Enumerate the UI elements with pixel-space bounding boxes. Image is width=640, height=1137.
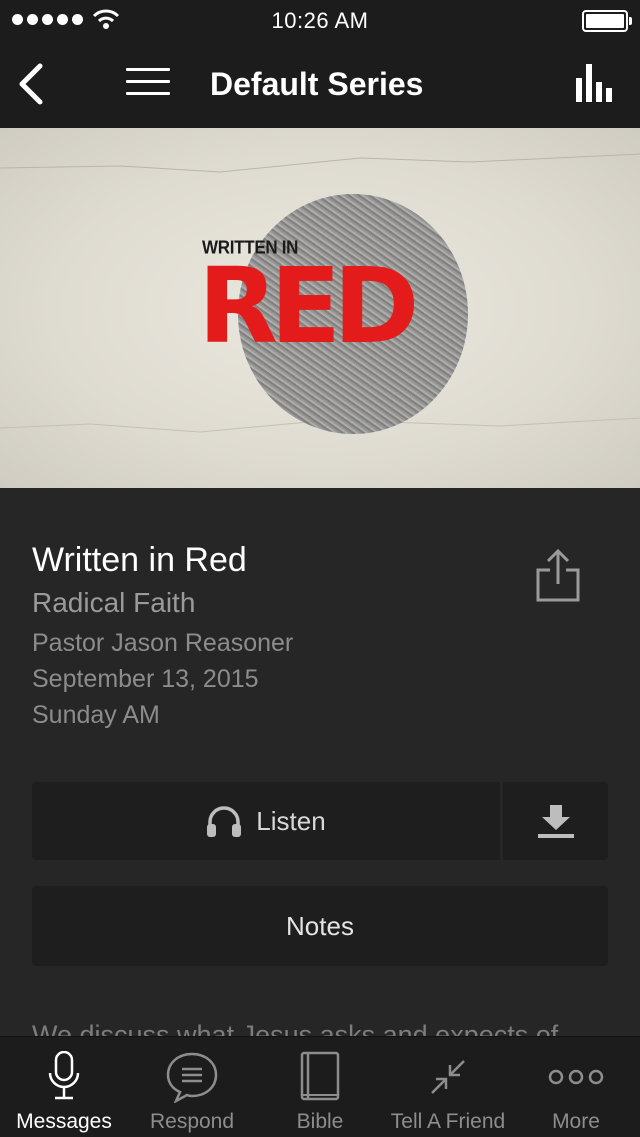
tab-respond-label: Respond (149, 1110, 235, 1133)
notes-button[interactable]: Notes (32, 886, 608, 966)
message-speaker: Pastor Jason Reasoner (32, 629, 294, 657)
tab-tell-a-friend[interactable]: Tell A Friend (384, 1037, 512, 1137)
more-dots-icon (548, 1069, 604, 1085)
message-title: Written in Red (32, 541, 247, 579)
artwork-big-title: RED (198, 245, 419, 367)
tab-bible[interactable]: Bible (256, 1037, 384, 1137)
navigation-bar: Default Series (0, 40, 640, 128)
tab-respond[interactable]: Respond (128, 1037, 256, 1137)
microphone-icon (48, 1051, 80, 1100)
notes-label: Notes (286, 910, 354, 941)
headphones-icon (207, 806, 242, 837)
book-icon (300, 1051, 340, 1101)
speech-bubble-icon (166, 1052, 218, 1103)
listen-label: Listen (256, 805, 326, 836)
tab-tell-a-friend-label: Tell A Friend (390, 1110, 506, 1133)
message-details: Written in Red Radical Faith Pastor Jaso… (0, 488, 640, 1050)
tab-bar: Messages Respond Bible Tell A Friend Mor… (0, 1036, 640, 1137)
message-date: September 13, 2015 (32, 665, 259, 693)
download-icon (537, 805, 574, 838)
back-chevron-icon[interactable] (12, 60, 52, 108)
hamburger-menu-icon[interactable] (126, 68, 170, 98)
message-series: Radical Faith (32, 587, 196, 618)
download-button[interactable] (503, 782, 608, 860)
status-bar: 10:26 AM (0, 0, 640, 40)
series-artwork: WRITTEN IN RED (0, 128, 640, 488)
tab-bible-label: Bible (296, 1110, 344, 1133)
message-service: Sunday AM (32, 701, 160, 729)
tab-messages[interactable]: Messages (0, 1037, 128, 1137)
tab-messages-label: Messages (16, 1110, 112, 1133)
status-time: 10:26 AM (271, 8, 369, 33)
listen-button[interactable]: Listen (32, 782, 500, 860)
page-title: Default Series (210, 66, 424, 102)
battery-icon (582, 10, 632, 32)
tab-more[interactable]: More (512, 1037, 640, 1137)
tab-more-label: More (552, 1110, 600, 1133)
bar-chart-icon[interactable] (576, 64, 616, 102)
shrink-arrows-icon (431, 1060, 465, 1094)
share-icon[interactable] (534, 548, 582, 604)
